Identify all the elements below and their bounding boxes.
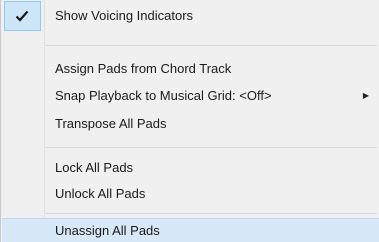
menu-item-lock-all-pads[interactable]: Lock All Pads [2, 156, 379, 180]
menu-item-transpose-all-pads[interactable]: Transpose All Pads [2, 112, 379, 136]
menu-item-label: Lock All Pads [55, 160, 134, 175]
menu-item-unassign-all-pads[interactable]: Unassign All Pads [2, 218, 379, 242]
checkmark-icon [15, 10, 29, 22]
menu-separator [45, 45, 377, 46]
menu-item-snap-playback-to-musical-grid[interactable]: Snap Playback to Musical Grid: <Off> ▶ [2, 84, 379, 108]
checked-indicator [4, 1, 41, 31]
menu-item-label: Show Voicing Indicators [55, 8, 194, 23]
menu-item-label: Assign Pads from Chord Track [55, 61, 232, 76]
menu-item-unlock-all-pads[interactable]: Unlock All Pads [2, 182, 379, 206]
menu-item-label: Snap Playback to Musical Grid: <Off> [55, 88, 272, 103]
menu-separator [45, 147, 377, 148]
menu-item-assign-pads-from-chord-track[interactable]: Assign Pads from Chord Track [2, 57, 379, 81]
context-menu: Show Voicing Indicators Assign Pads from… [0, 0, 379, 242]
menu-item-label: Unlock All Pads [55, 186, 146, 201]
menu-item-show-voicing-indicators[interactable]: Show Voicing Indicators [2, 4, 379, 28]
menu-item-label: Unassign All Pads [55, 223, 160, 238]
menu-item-label: Transpose All Pads [55, 116, 167, 131]
submenu-arrow-icon: ▶ [362, 91, 369, 100]
menu-separator [45, 213, 377, 214]
